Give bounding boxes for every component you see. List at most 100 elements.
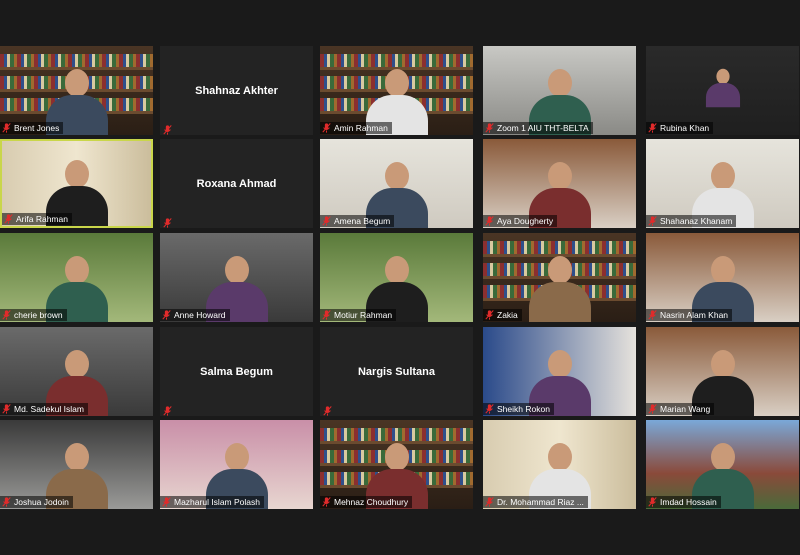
microphone-muted-icon	[648, 123, 657, 133]
participant-head	[710, 256, 735, 284]
participant-name: cherie brown	[14, 310, 63, 320]
participant-name: Sheikh Rokon	[497, 404, 550, 414]
participant-name-label: Amin Rahman	[320, 122, 392, 134]
participant-name-label: Zoom 1 AIU THT-BELTA	[483, 122, 593, 134]
participant-tile[interactable]: Arifa Rahman	[0, 139, 153, 228]
participant-name-label: Motiur Rahman	[320, 309, 397, 321]
participant-tile[interactable]: Amena Begum	[320, 139, 473, 228]
participant-tile[interactable]: Salma Begum	[160, 327, 313, 416]
participant-name-centered: Shahnaz Akhter	[195, 84, 278, 97]
participant-tile[interactable]: Dr. Mohammad Riaz ...	[483, 420, 636, 509]
participant-name: Rubina Khan	[660, 123, 710, 133]
microphone-muted-icon	[163, 215, 172, 228]
participant-tile[interactable]: cherie brown	[0, 233, 153, 322]
participant-name-label: Sheikh Rokon	[483, 403, 554, 415]
microphone-muted-icon	[485, 123, 494, 133]
participant-name-label: Md. Sadekul Islam	[0, 403, 88, 415]
participant-name: Zoom 1 AIU THT-BELTA	[497, 123, 589, 133]
microphone-muted-icon	[323, 403, 332, 416]
participant-tile[interactable]: Nasrin Alam Khan	[646, 233, 799, 322]
participant-name: Mehnaz Choudhury	[334, 497, 409, 507]
participant-tile[interactable]: Shahnaz Akhter	[160, 46, 313, 135]
participant-head	[710, 443, 735, 471]
participant-tile[interactable]: Shahanaz Khanam	[646, 139, 799, 228]
microphone-muted-icon	[2, 310, 11, 320]
participant-name-centered: Roxana Ahmad	[196, 177, 277, 190]
participant-name-label: cherie brown	[0, 309, 67, 321]
microphone-muted-icon	[2, 497, 11, 507]
participant-head	[710, 350, 735, 378]
participant-tile[interactable]: Marian Wang	[646, 327, 799, 416]
participant-name-centered: Salma Begum	[200, 365, 273, 378]
participant-name: Joshua Jodoin	[14, 497, 69, 507]
participant-name-label: Mehnaz Choudhury	[320, 496, 413, 508]
participant-silhouette	[528, 252, 591, 322]
participant-silhouette	[705, 67, 740, 108]
participant-head	[64, 443, 89, 471]
participant-head	[224, 443, 249, 471]
participant-tile[interactable]: Md. Sadekul Islam	[0, 327, 153, 416]
microphone-muted-icon	[2, 123, 11, 133]
microphone-muted-icon	[4, 214, 13, 224]
participant-tile[interactable]: Sheikh Rokon	[483, 327, 636, 416]
participant-name: Zakia	[497, 310, 518, 320]
microphone-muted-icon	[648, 310, 657, 320]
participant-tile[interactable]: Joshua Jodoin	[0, 420, 153, 509]
participant-name-label: Marian Wang	[646, 403, 715, 415]
participant-name: Md. Sadekul Islam	[14, 404, 84, 414]
microphone-muted-icon	[322, 216, 331, 226]
participant-tile[interactable]: Nargis Sultana	[320, 327, 473, 416]
participant-name: Arifa Rahman	[16, 214, 68, 224]
participant-head	[224, 256, 249, 284]
participant-name-label: Dr. Mohammad Riaz ...	[483, 496, 588, 508]
participant-name-label: Aya Dougherty	[483, 215, 558, 227]
participant-tile[interactable]: Roxana Ahmad	[160, 139, 313, 228]
participant-name-label: Joshua Jodoin	[0, 496, 73, 508]
participant-tile[interactable]: Zoom 1 AIU THT-BELTA	[483, 46, 636, 135]
microphone-muted-icon	[162, 310, 171, 320]
microphone-muted-icon	[2, 404, 11, 414]
participant-head	[64, 160, 89, 188]
participant-head	[384, 162, 409, 190]
participant-tile[interactable]: Imdad Hossain	[646, 420, 799, 509]
gallery-view: Brent Jones Shahnaz Akhter Amin Rahman Zoom…	[0, 46, 800, 510]
participant-head	[547, 350, 572, 378]
microphone-muted-icon	[322, 123, 331, 133]
participant-tile[interactable]: Mehnaz Choudhury	[320, 420, 473, 509]
participant-name: Aya Dougherty	[497, 216, 554, 226]
participant-head	[64, 256, 89, 284]
microphone-muted-icon	[485, 497, 494, 507]
participant-name: Brent Jones	[14, 123, 60, 133]
participant-tile[interactable]: Amin Rahman	[320, 46, 473, 135]
participant-head	[64, 69, 89, 97]
participant-tile[interactable]: Motiur Rahman	[320, 233, 473, 322]
microphone-muted-icon	[322, 497, 331, 507]
participant-tile[interactable]: Aya Dougherty	[483, 139, 636, 228]
participant-name: Dr. Mohammad Riaz ...	[497, 497, 584, 507]
participant-body	[528, 282, 591, 322]
microphone-muted-icon	[648, 216, 657, 226]
participant-tile[interactable]: Rubina Khan	[646, 46, 799, 135]
participant-name-label: Amena Begum	[320, 215, 395, 227]
participant-tile[interactable]: Zakia	[483, 233, 636, 322]
microphone-muted-icon	[163, 403, 172, 416]
participant-name-label: Arifa Rahman	[2, 213, 72, 225]
participant-name: Motiur Rahman	[334, 310, 393, 320]
participant-tile[interactable]: Anne Howard	[160, 233, 313, 322]
participant-name-label: Anne Howard	[160, 309, 230, 321]
microphone-muted-icon	[648, 404, 657, 414]
microphone-muted-icon	[162, 497, 171, 507]
participant-name-label: Mazharul Islam Polash	[160, 496, 264, 508]
participant-tile[interactable]: Brent Jones	[0, 46, 153, 135]
microphone-muted-icon	[322, 310, 331, 320]
participant-name-label: Brent Jones	[0, 122, 64, 134]
participant-head	[384, 443, 409, 471]
microphone-muted-icon	[485, 404, 494, 414]
participant-tile[interactable]: Mazharul Islam Polash	[160, 420, 313, 509]
participant-name-label: Shahanaz Khanam	[646, 215, 737, 227]
microphone-muted-icon	[648, 497, 657, 507]
participant-head	[547, 162, 572, 190]
participant-name: Amena Begum	[334, 216, 391, 226]
microphone-muted-icon	[163, 122, 172, 135]
participant-name-label: Rubina Khan	[646, 122, 714, 134]
